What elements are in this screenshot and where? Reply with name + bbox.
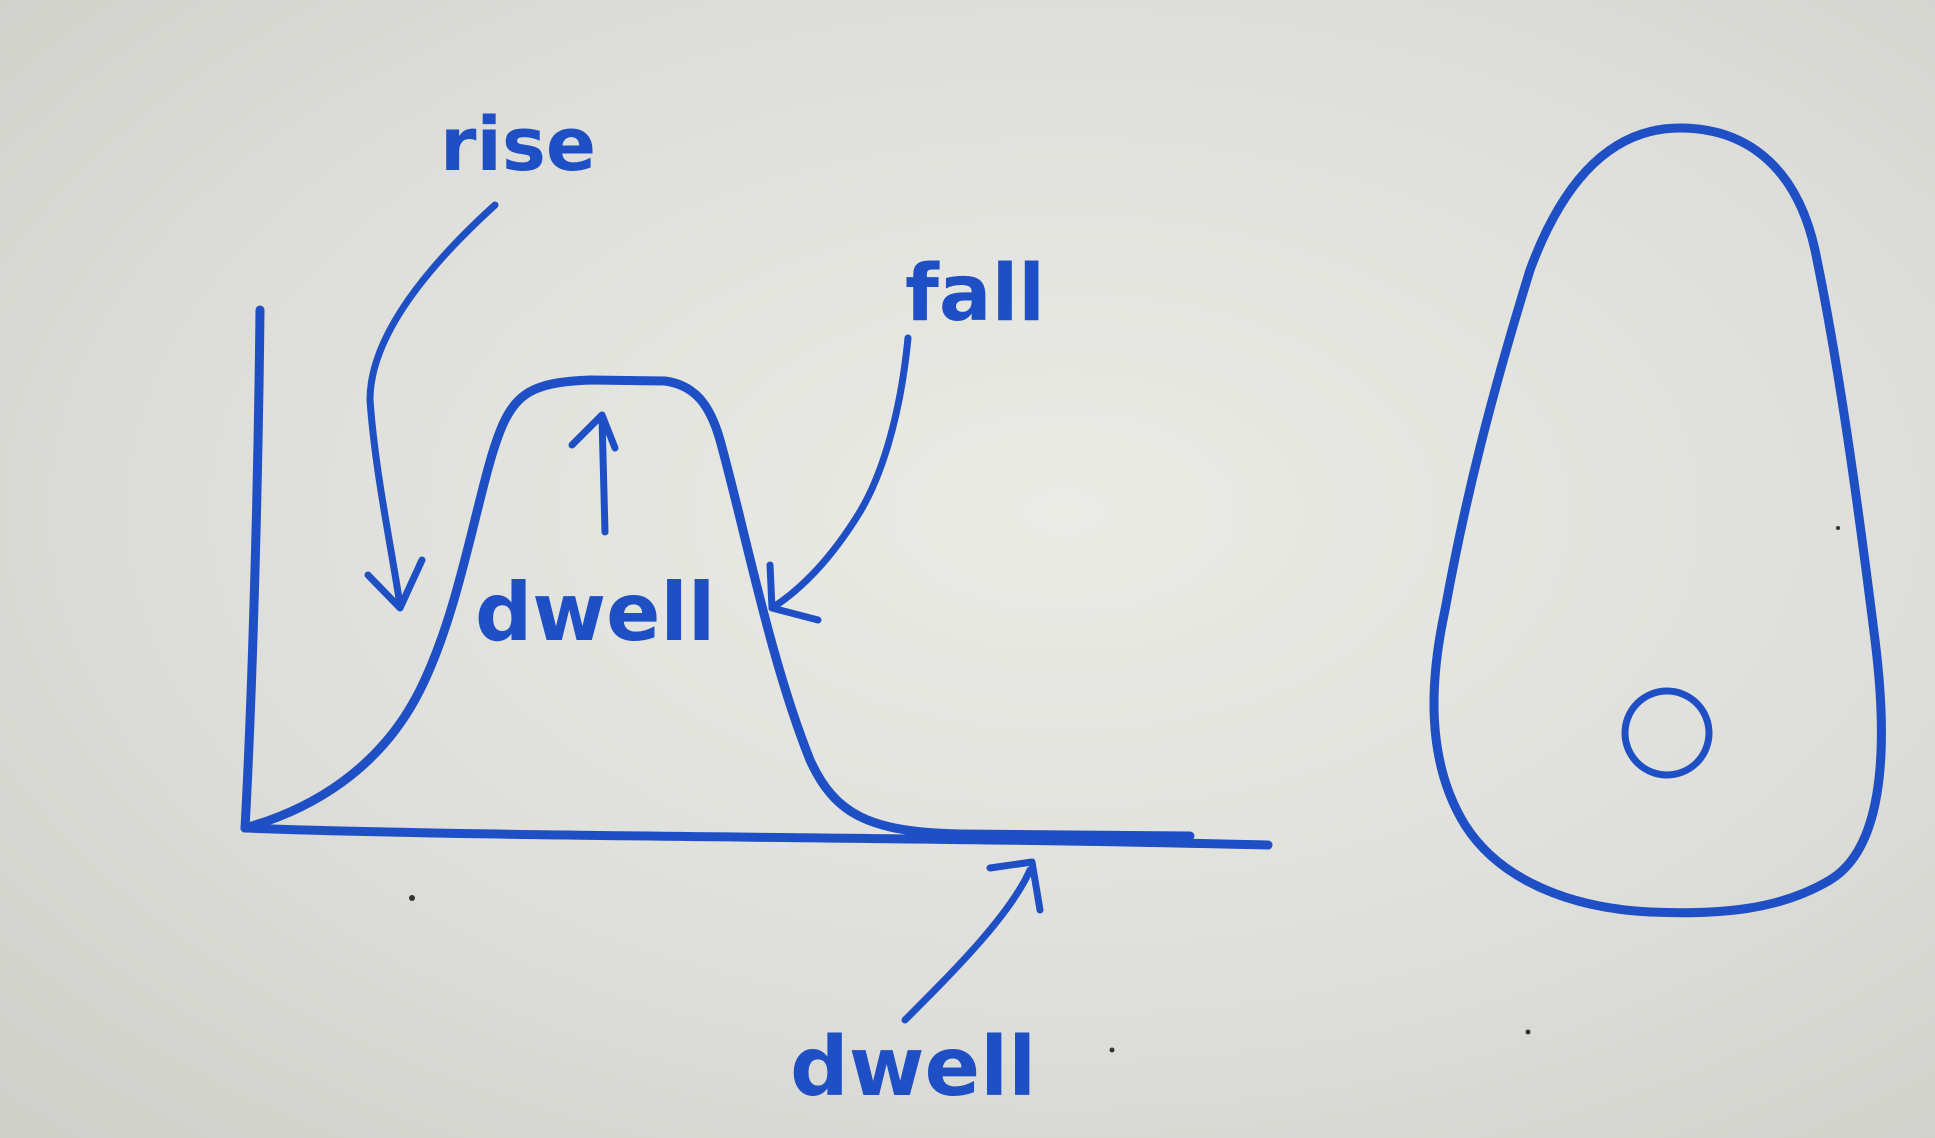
whiteboard-sketch: rise fall dwell dwell [240,102,1886,1115]
rise-arrow [364,201,499,612]
cam-outline [1429,123,1886,918]
cam-profile-curve [240,375,1195,841]
cam-shaft-hole [1621,687,1713,779]
y-axis [240,305,265,833]
rise-label: rise [440,102,596,188]
dwell-bottom-arrow [901,858,1044,1024]
fall-arrow [766,334,912,624]
dwell-top-arrow [568,411,619,536]
dwell-bottom-label: dwell [790,1020,1036,1115]
cam-drawing [1429,123,1886,918]
dwell-top-label: dwell [475,566,715,659]
fall-label: fall [905,249,1045,339]
